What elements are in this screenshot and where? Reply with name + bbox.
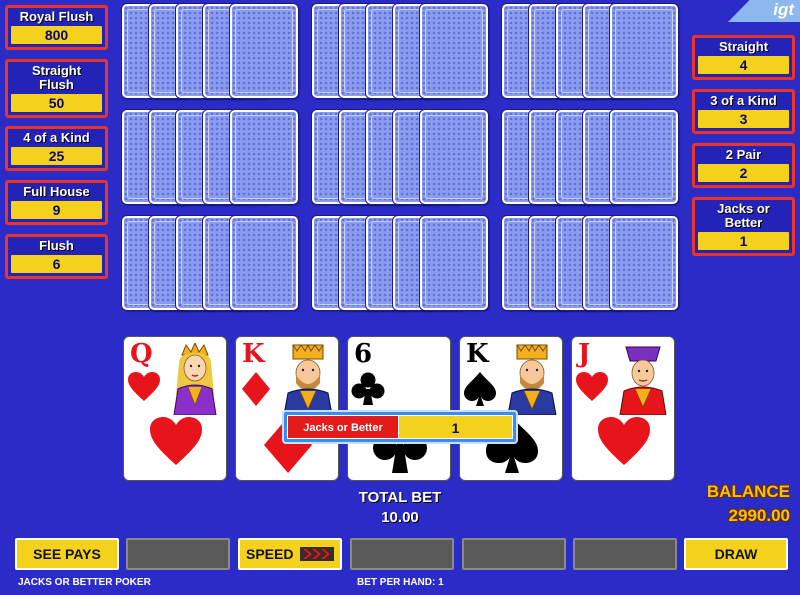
paytable-flush: Flush 6 — [5, 234, 108, 279]
empty-button-slot — [350, 538, 454, 570]
card-back — [230, 4, 298, 98]
diamond-icon — [242, 372, 270, 406]
queen-portrait-icon — [173, 343, 217, 415]
speed-label: SPEED — [246, 546, 294, 562]
paytable-value: 1 — [698, 232, 789, 250]
paytable-label: 2 Pair — [725, 147, 762, 162]
heart-icon — [576, 372, 608, 401]
paytable-label: Flush — [39, 238, 74, 253]
card-rank: K — [466, 339, 489, 369]
heart-icon — [598, 417, 650, 465]
paytable-label: Straight Flush — [31, 63, 82, 92]
jack-portrait-icon — [619, 346, 667, 415]
card-back — [420, 110, 488, 204]
king-portrait-icon — [507, 343, 557, 415]
paytable-value: 50 — [11, 94, 102, 112]
heart-icon — [128, 372, 160, 401]
total-bet-label: TOTAL BET — [358, 489, 442, 506]
paytable-label: 4 of a Kind — [23, 130, 90, 145]
heart-icon — [150, 417, 202, 465]
card-rank: J — [578, 339, 591, 369]
paytable-value: 9 — [11, 201, 102, 219]
igt-logo: igt — [728, 0, 800, 22]
video-poker-table: igt Royal Flush 800 Straight Flush 50 4 … — [0, 0, 800, 595]
paytable-value: 4 — [698, 56, 789, 74]
paytable-value: 800 — [11, 26, 102, 44]
paytable-label: Full House — [23, 184, 90, 199]
dealt-card-2[interactable]: K — [235, 336, 339, 481]
paytable-three-of-a-kind: 3 of a Kind 3 — [692, 89, 795, 134]
paytable-royal-flush: Royal Flush 800 — [5, 5, 108, 50]
paytable-two-pair: 2 Pair 2 — [692, 143, 795, 188]
paytable-value: 3 — [698, 110, 789, 128]
paytable-value: 25 — [11, 147, 102, 165]
paytable-full-house: Full House 9 — [5, 180, 108, 225]
paytable-jacks-or-better: Jacks or Better 1 — [692, 197, 795, 256]
empty-button-slot — [462, 538, 566, 570]
card-back — [420, 216, 488, 310]
card-rank: Q — [130, 339, 153, 369]
bet-per-hand: BET PER HAND: 1 — [357, 577, 444, 588]
balance-label: BALANCE — [706, 482, 790, 501]
winning-hand-payout: 1 — [399, 415, 513, 439]
draw-button[interactable]: DRAW — [684, 538, 788, 570]
card-back — [420, 4, 488, 98]
paytable-straight-flush: Straight Flush 50 — [5, 59, 108, 118]
card-back — [230, 110, 298, 204]
club-icon — [351, 372, 385, 405]
paytable-label: Straight — [718, 39, 769, 54]
king-portrait-icon — [283, 343, 333, 415]
paytable-four-of-a-kind: 4 of a Kind 25 — [5, 126, 108, 171]
card-back — [610, 110, 678, 204]
paytable-label: 3 of a Kind — [710, 93, 777, 108]
card-back — [610, 216, 678, 310]
see-pays-button[interactable]: SEE PAYS — [15, 538, 119, 570]
total-bet-value: 10.00 — [381, 509, 419, 526]
spade-icon — [464, 372, 496, 406]
dealt-card-4[interactable]: K — [459, 336, 563, 481]
paytable-label: Jacks or Better — [717, 201, 770, 230]
paytable-value: 2 — [698, 164, 789, 182]
paytable-value: 6 — [11, 255, 102, 273]
winning-hand-banner: Jacks or Better 1 — [282, 410, 518, 444]
empty-button-slot — [573, 538, 677, 570]
dealt-card-1[interactable]: Q — [123, 336, 227, 481]
empty-button-slot — [126, 538, 230, 570]
paytable-label: Royal Flush — [19, 9, 94, 24]
card-back — [610, 4, 678, 98]
dealt-card-5[interactable]: J — [571, 336, 675, 481]
speed-arrows-icon — [300, 547, 334, 561]
winning-hand-name: Jacks or Better — [287, 415, 399, 439]
card-rank: 6 — [354, 339, 373, 369]
card-rank: K — [242, 339, 265, 369]
paytable-straight: Straight 4 — [692, 35, 795, 80]
game-name: JACKS OR BETTER POKER — [18, 577, 151, 588]
dealt-card-3[interactable]: 6 — [347, 336, 451, 481]
speed-button[interactable]: SPEED — [238, 538, 342, 570]
balance-value: 2990.00 — [728, 506, 790, 525]
card-back — [230, 216, 298, 310]
